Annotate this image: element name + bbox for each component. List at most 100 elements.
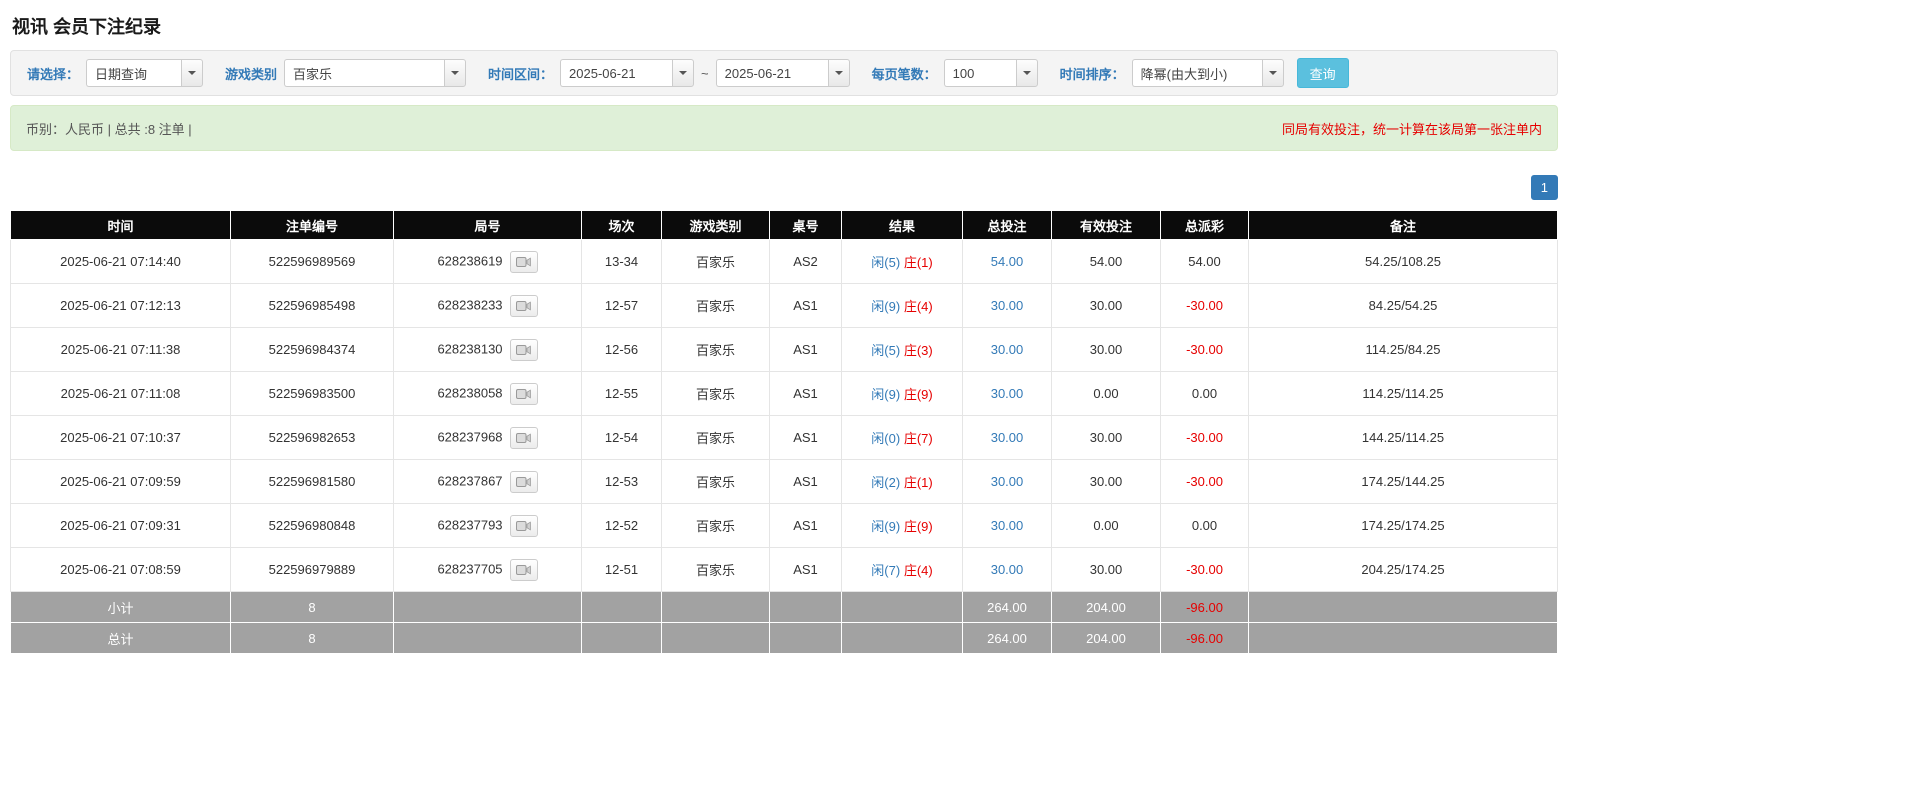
date-from-value: 2025-06-21: [560, 59, 672, 87]
summary-label: 小计: [11, 592, 231, 623]
video-icon: [516, 520, 531, 532]
total-bet-cell: 30.00: [963, 460, 1052, 504]
column-header: 游戏类别: [662, 211, 770, 240]
round-replay-button[interactable]: [510, 339, 538, 361]
table-no-cell: AS1: [770, 460, 842, 504]
table-row: 2025-06-21 07:11:38 522596984374 6282381…: [11, 328, 1558, 372]
round-replay-button[interactable]: [510, 295, 538, 317]
query-type-select[interactable]: 日期查询: [86, 59, 203, 87]
chevron-down-icon[interactable]: [1016, 59, 1038, 87]
total-bet-link[interactable]: 30.00: [991, 386, 1024, 401]
caret-shape: [1023, 71, 1031, 75]
time-cell: 2025-06-21 07:12:13: [11, 284, 231, 328]
page-size-label: 每页笔数：: [872, 64, 937, 83]
round-replay-button[interactable]: [510, 515, 538, 537]
note-cell: 114.25/114.25: [1249, 372, 1558, 416]
result-player: 闲(2): [871, 475, 900, 490]
round-replay-button[interactable]: [510, 559, 538, 581]
table-no-cell: AS1: [770, 548, 842, 592]
round-replay-button[interactable]: [510, 251, 538, 273]
result-cell: 闲(7) 庄(4): [842, 548, 963, 592]
round-id: 628238619: [437, 253, 502, 268]
page-size-select[interactable]: 100: [944, 59, 1038, 87]
session-cell: 12-52: [582, 504, 662, 548]
summary-empty-cell: [394, 623, 582, 654]
table-row: 2025-06-21 07:14:40 522596989569 6282386…: [11, 240, 1558, 284]
round-replay-button[interactable]: [510, 471, 538, 493]
summary-row: 总计 8 264.00 204.00 -96.00: [11, 623, 1558, 654]
note-cell: 144.25/114.25: [1249, 416, 1558, 460]
column-header: 总派彩: [1161, 211, 1249, 240]
date-from-select[interactable]: 2025-06-21: [560, 59, 694, 87]
valid-bet-cell: 30.00: [1052, 460, 1161, 504]
note-cell: 174.25/174.25: [1249, 504, 1558, 548]
total-bet-link[interactable]: 30.00: [991, 298, 1024, 313]
bet-id-cell: 522596980848: [231, 504, 394, 548]
total-bet-link[interactable]: 30.00: [991, 430, 1024, 445]
result-banker: 庄(9): [904, 387, 933, 402]
payout-cell: 54.00: [1161, 240, 1249, 284]
summary-bar: 币别：人民币 | 总共 :8 注单 | 同局有效投注，统一计算在该局第一张注单内: [10, 105, 1558, 151]
chevron-down-icon[interactable]: [672, 59, 694, 87]
page-button-1[interactable]: 1: [1531, 175, 1558, 200]
table-no-cell: AS1: [770, 416, 842, 460]
total-bet-link[interactable]: 30.00: [991, 474, 1024, 489]
sort-value: 降幂(由大到小): [1132, 59, 1262, 87]
total-bet-cell: 30.00: [963, 416, 1052, 460]
column-header: 场次: [582, 211, 662, 240]
result-banker: 庄(9): [904, 519, 933, 534]
chevron-down-icon[interactable]: [181, 59, 203, 87]
main-content: 视讯 会员下注纪录 请选择： 日期查询 游戏类别 百家乐 时间区间： 2025-…: [10, 0, 1558, 654]
video-icon: [516, 388, 531, 400]
summary-empty-cell: [1249, 592, 1558, 623]
game-type-cell: 百家乐: [662, 284, 770, 328]
valid-bet-cell: 0.00: [1052, 504, 1161, 548]
round-cell: 628237968: [394, 416, 582, 460]
summary-notice: 同局有效投注，统一计算在该局第一张注单内: [1282, 119, 1542, 138]
total-bet-link[interactable]: 30.00: [991, 342, 1024, 357]
summary-empty-cell: [662, 592, 770, 623]
search-button[interactable]: 查询: [1297, 58, 1349, 88]
round-replay-button[interactable]: [510, 383, 538, 405]
summary-empty-cell: [582, 592, 662, 623]
summary-payout: -96.00: [1161, 592, 1249, 623]
round-cell: 628238130: [394, 328, 582, 372]
chevron-down-icon[interactable]: [1262, 59, 1284, 87]
round-id: 628237793: [437, 517, 502, 532]
sort-select[interactable]: 降幂(由大到小): [1132, 59, 1284, 87]
result-cell: 闲(0) 庄(7): [842, 416, 963, 460]
total-bet-cell: 54.00: [963, 240, 1052, 284]
caret-shape: [679, 71, 687, 75]
round-replay-button[interactable]: [510, 427, 538, 449]
round-cell: 628238619: [394, 240, 582, 284]
round-cell: 628238058: [394, 372, 582, 416]
valid-bet-cell: 30.00: [1052, 328, 1161, 372]
session-cell: 12-57: [582, 284, 662, 328]
caret-shape: [835, 71, 843, 75]
table-row: 2025-06-21 07:10:37 522596982653 6282379…: [11, 416, 1558, 460]
total-bet-link[interactable]: 30.00: [991, 518, 1024, 533]
result-cell: 闲(9) 庄(9): [842, 372, 963, 416]
column-header: 结果: [842, 211, 963, 240]
round-cell: 628237705: [394, 548, 582, 592]
time-cell: 2025-06-21 07:10:37: [11, 416, 231, 460]
summary-empty-cell: [394, 592, 582, 623]
result-player: 闲(0): [871, 431, 900, 446]
result-cell: 闲(5) 庄(3): [842, 328, 963, 372]
valid-bet-cell: 30.00: [1052, 284, 1161, 328]
table-row: 2025-06-21 07:12:13 522596985498 6282382…: [11, 284, 1558, 328]
game-type-select[interactable]: 百家乐: [284, 59, 466, 87]
payout-cell: -30.00: [1161, 548, 1249, 592]
result-cell: 闲(5) 庄(1): [842, 240, 963, 284]
total-bet-link[interactable]: 30.00: [991, 562, 1024, 577]
chevron-down-icon[interactable]: [828, 59, 850, 87]
bet-id-cell: 522596979889: [231, 548, 394, 592]
chevron-down-icon[interactable]: [444, 59, 466, 87]
result-player: 闲(9): [871, 299, 900, 314]
total-bet-link[interactable]: 54.00: [991, 254, 1024, 269]
column-header: 备注: [1249, 211, 1558, 240]
summary-total-bet: 264.00: [963, 592, 1052, 623]
date-to-select[interactable]: 2025-06-21: [716, 59, 850, 87]
session-cell: 12-55: [582, 372, 662, 416]
table-row: 2025-06-21 07:11:08 522596983500 6282380…: [11, 372, 1558, 416]
